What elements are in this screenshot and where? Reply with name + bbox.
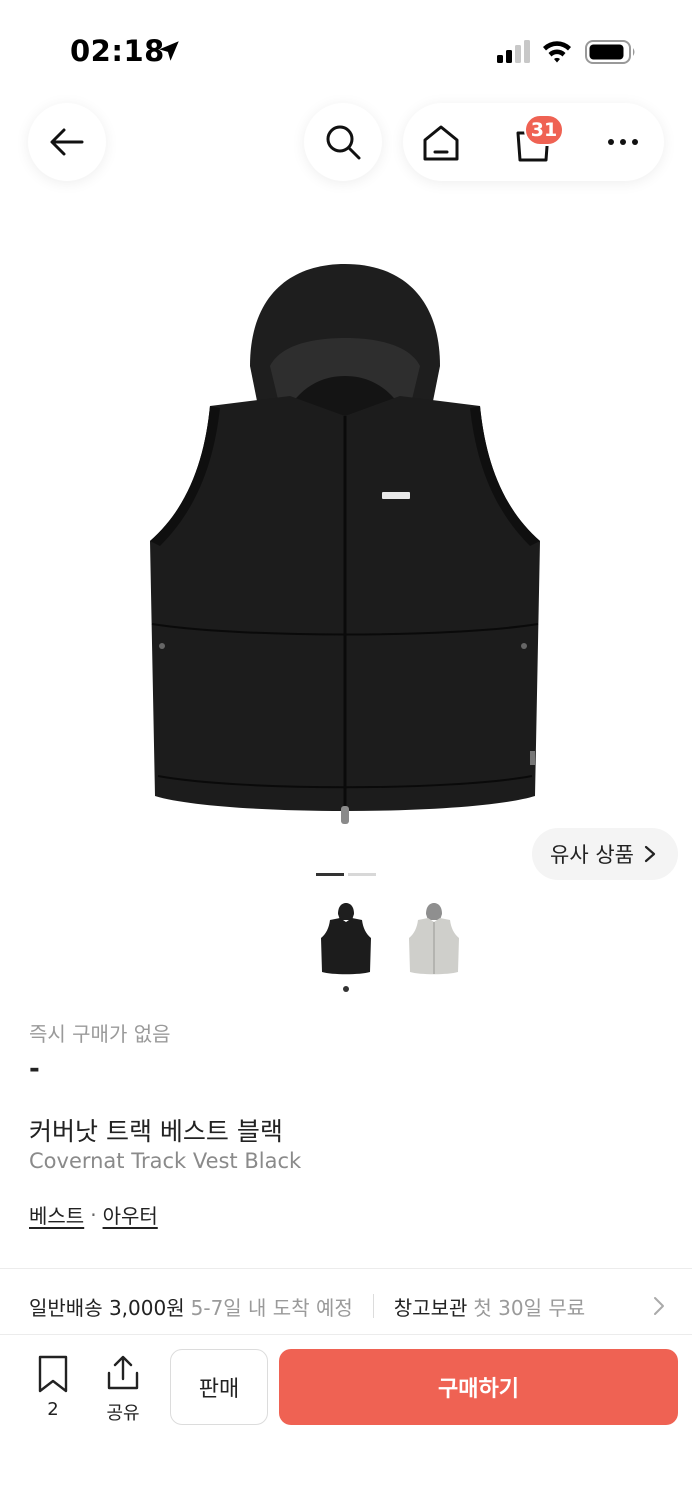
bookmark-icon — [38, 1355, 68, 1393]
cellular-signal-icon — [497, 40, 530, 63]
sell-button[interactable]: 판매 — [170, 1349, 268, 1425]
share-button[interactable]: 공유 — [100, 1355, 146, 1425]
category-separator: · — [90, 1202, 97, 1227]
divider — [0, 1334, 692, 1335]
category-link-outer[interactable]: 아우터 — [103, 1200, 158, 1229]
delivery-fee: 일반배송 3,000원 — [29, 1295, 185, 1320]
status-time: 02:18 — [70, 34, 165, 68]
chevron-right-icon — [644, 845, 656, 863]
divider — [0, 1268, 692, 1269]
product-image[interactable] — [140, 256, 550, 836]
category-breadcrumb: 베스트 · 아우터 — [29, 1200, 158, 1229]
nav-actions-pill: 31 — [403, 103, 664, 181]
share-label: 공유 — [106, 1403, 140, 1424]
warehouse-storage-label: 창고보관 — [393, 1295, 468, 1320]
delivery-divider — [372, 1294, 374, 1318]
warehouse-storage-offer: 첫 30일 무료 — [473, 1295, 586, 1320]
bookmark-count: 2 — [47, 1399, 59, 1420]
wifi-icon — [543, 41, 571, 63]
slide-indicator-active — [316, 873, 344, 876]
slide-indicator — [348, 873, 376, 876]
similar-products-button[interactable]: 유사 상품 — [532, 828, 678, 880]
instant-price-label: 즉시 구매가 없음 — [29, 1022, 171, 1046]
back-arrow-icon — [50, 128, 84, 156]
share-icon — [107, 1355, 139, 1390]
back-button[interactable] — [28, 103, 106, 181]
similar-products-label: 유사 상품 — [550, 843, 634, 867]
search-button[interactable] — [304, 103, 382, 181]
chevron-right-icon — [654, 1297, 664, 1315]
delivery-info-row[interactable]: 일반배송 3,000원 5-7일 내 도착 예정 창고보관 첫 30일 무료 — [29, 1292, 669, 1320]
bookmark-button[interactable]: 2 — [32, 1355, 74, 1425]
home-icon[interactable] — [421, 124, 461, 162]
thumbnail-selected-dot — [343, 986, 349, 992]
battery-icon — [585, 40, 635, 64]
category-link-vest[interactable]: 베스트 — [29, 1200, 84, 1229]
buy-button[interactable]: 구매하기 — [279, 1349, 678, 1425]
black-vest-thumbnail[interactable] — [316, 900, 376, 978]
location-arrow-icon — [159, 41, 179, 61]
status-bar: 02:18 — [0, 0, 692, 100]
product-title-english: Covernat Track Vest Black — [29, 1149, 302, 1173]
search-icon — [326, 125, 361, 160]
more-icon[interactable] — [603, 131, 643, 153]
delivery-eta: 5-7일 내 도착 예정 — [190, 1295, 353, 1320]
product-title-korean: 커버낫 트랙 베스트 블랙 — [29, 1117, 283, 1146]
cart-count-badge: 31 — [524, 114, 564, 146]
gray-vest-thumbnail[interactable] — [404, 900, 464, 978]
instant-price-value: - — [29, 1054, 40, 1084]
